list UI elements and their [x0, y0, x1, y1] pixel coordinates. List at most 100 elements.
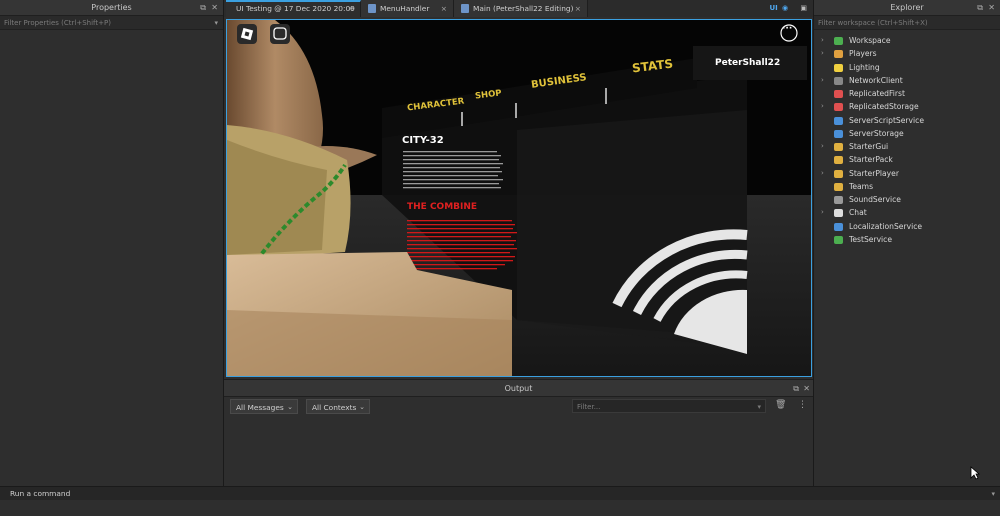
chevron-right-icon[interactable]: ›: [821, 34, 824, 47]
game-viewport[interactable]: CHARACTER SHOP BUSINESS STATS PeterShall…: [226, 19, 812, 377]
close-icon[interactable]: ✕: [211, 0, 218, 16]
contexts-dropdown[interactable]: All Contexts ⌄: [306, 399, 370, 414]
chevron-down-icon[interactable]: ▾: [991, 487, 995, 501]
explorer-item-label: SoundService: [849, 195, 901, 204]
explorer-item-label: StarterPack: [849, 155, 893, 165]
tab-menuhandler[interactable]: MenuHandler ×: [361, 0, 454, 17]
properties-filter-placeholder: Filter Properties (Ctrl+Shift+P): [4, 19, 111, 27]
serverscriptservice-icon: [834, 116, 843, 125]
chat-icon: [270, 24, 290, 44]
username-label: PeterShall22: [715, 58, 781, 68]
tab-ui-testing[interactable]: UI Testing @ 17 Dec 2020 20:09 ×: [226, 0, 361, 17]
starterpack-icon: [834, 156, 843, 165]
explorer-item-serverstorage[interactable]: ServerStorage: [814, 127, 1000, 140]
mouse-cursor-icon: [970, 466, 980, 480]
chat-icon: [834, 209, 843, 218]
explorer-item-serverscriptservice[interactable]: ServerScriptService: [814, 114, 1000, 127]
tab-main[interactable]: Main (PeterShall22 Editing) ×: [454, 0, 588, 17]
undock-icon[interactable]: ⧉: [793, 380, 799, 397]
output-filter-input[interactable]: Filter... ▾: [572, 399, 766, 413]
game-scene: [227, 20, 811, 376]
undock-icon[interactable]: ⧉: [977, 0, 983, 16]
explorer-item-players[interactable]: › Players: [814, 47, 1000, 60]
tab-label: MenuHandler: [380, 4, 430, 13]
tab-label: Main (PeterShall22 Editing): [473, 4, 574, 13]
explorer-item-label: Lighting: [849, 62, 880, 72]
ui-toggle-button[interactable]: UI: [770, 4, 778, 12]
output-title: Output: [504, 384, 533, 393]
chevron-down-icon[interactable]: ▾: [757, 400, 761, 414]
explorer-item-label: StarterGui: [849, 142, 889, 151]
soundservice-icon: [834, 196, 843, 204]
explorer-item-label: Workspace: [849, 36, 891, 45]
replicatedfirst-icon: [834, 90, 843, 98]
explorer-item-starterplayer[interactable]: › StarterPlayer: [814, 167, 1000, 180]
chevron-down-icon[interactable]: ▾: [214, 16, 218, 30]
properties-title: Properties: [91, 3, 132, 12]
explorer-item-starterpack[interactable]: StarterPack: [814, 153, 1000, 166]
output-toolbar: All Messages ⌄ All Contexts ⌄ Filter... …: [224, 397, 813, 417]
tab-close-icon[interactable]: ×: [348, 2, 354, 16]
explorer-item-soundservice[interactable]: SoundService: [814, 193, 1000, 206]
explorer-item-chat[interactable]: › Chat: [814, 206, 1000, 219]
explorer-item-startergui[interactable]: › StarterGui: [814, 140, 1000, 153]
explorer-item-teams[interactable]: Teams: [814, 180, 1000, 193]
script-icon: [461, 4, 469, 13]
explorer-tree: › Workspace › Players Lighting › NetworkClient…: [814, 30, 1000, 246]
explorer-item-testservice[interactable]: TestService: [814, 233, 1000, 246]
localizationservice-icon: [834, 222, 843, 231]
explorer-item-label: TestService: [849, 234, 893, 244]
starterplayer-icon: [834, 169, 843, 178]
maximize-icon[interactable]: ▣: [800, 4, 807, 12]
contexts-dropdown-label: All Contexts: [312, 403, 357, 412]
messages-dropdown[interactable]: All Messages ⌄: [230, 399, 298, 414]
tabs-right-tools: UI ◉ ▣: [770, 0, 808, 17]
chevron-right-icon[interactable]: ›: [821, 47, 824, 60]
explorer-item-label: StarterPlayer: [849, 168, 899, 178]
chevron-right-icon[interactable]: ›: [821, 206, 824, 219]
explorer-item-label: Chat: [849, 208, 867, 218]
document-tabs: UI Testing @ 17 Dec 2020 20:09 × MenuHan…: [224, 0, 813, 17]
eye-icon[interactable]: ◉: [782, 4, 788, 12]
more-menu-dots[interactable]: ···: [782, 24, 792, 34]
command-bar-input[interactable]: Run a command ▾: [0, 486, 1000, 500]
explorer-title: Explorer: [890, 3, 924, 12]
command-bar-placeholder: Run a command: [10, 489, 71, 498]
explorer-item-lighting[interactable]: Lighting: [814, 61, 1000, 74]
replicatedstorage-icon: [834, 103, 843, 112]
explorer-item-replicatedstorage[interactable]: › ReplicatedStorage: [814, 100, 1000, 113]
testservice-icon: [834, 235, 843, 244]
trash-icon[interactable]: 🗑: [775, 400, 786, 410]
close-icon[interactable]: ✕: [803, 380, 810, 397]
chevron-right-icon[interactable]: ›: [821, 167, 824, 180]
explorer-item-label: NetworkClient: [849, 75, 903, 85]
explorer-item-localizationservice[interactable]: LocalizationService: [814, 220, 1000, 233]
explorer-item-label: ServerScriptService: [849, 115, 924, 125]
explorer-item-networkclient[interactable]: › NetworkClient: [814, 74, 1000, 87]
explorer-filter-placeholder: Filter workspace (Ctrl+Shift+X): [818, 19, 928, 27]
properties-header: Properties ⧉ ✕: [0, 0, 223, 16]
script-icon: [368, 4, 376, 13]
chevron-right-icon[interactable]: ›: [821, 100, 824, 113]
explorer-item-workspace[interactable]: › Workspace: [814, 34, 1000, 47]
undock-icon[interactable]: ⧉: [200, 0, 206, 16]
tab-close-icon[interactable]: ×: [575, 0, 581, 17]
explorer-item-replicatedfirst[interactable]: ReplicatedFirst: [814, 87, 1000, 100]
explorer-item-label: LocalizationService: [849, 221, 923, 231]
more-options-icon[interactable]: ⋮: [798, 400, 807, 410]
output-panel: Output ⧉ ✕ All Messages ⌄ All Contexts ⌄…: [224, 379, 813, 486]
explorer-panel: Explorer ⧉ ✕ Filter workspace (Ctrl+Shif…: [813, 0, 1000, 486]
chevron-right-icon[interactable]: ›: [821, 140, 824, 153]
explorer-item-label: ServerStorage: [849, 128, 904, 138]
serverstorage-icon: [834, 129, 843, 138]
faction-title: THE COMBINE: [407, 202, 478, 212]
workspace-icon: [834, 37, 843, 45]
close-icon[interactable]: ✕: [988, 0, 995, 16]
character-legs-shade: [227, 310, 512, 376]
chevron-right-icon[interactable]: ›: [821, 74, 824, 87]
properties-filter-input[interactable]: Filter Properties (Ctrl+Shift+P) ▾: [0, 16, 223, 30]
explorer-filter-input[interactable]: Filter workspace (Ctrl+Shift+X): [814, 16, 1000, 30]
tab-label: UI Testing @ 17 Dec 2020 20:09: [236, 4, 355, 13]
startergui-icon: [834, 143, 843, 151]
tab-close-icon[interactable]: ×: [441, 0, 447, 17]
